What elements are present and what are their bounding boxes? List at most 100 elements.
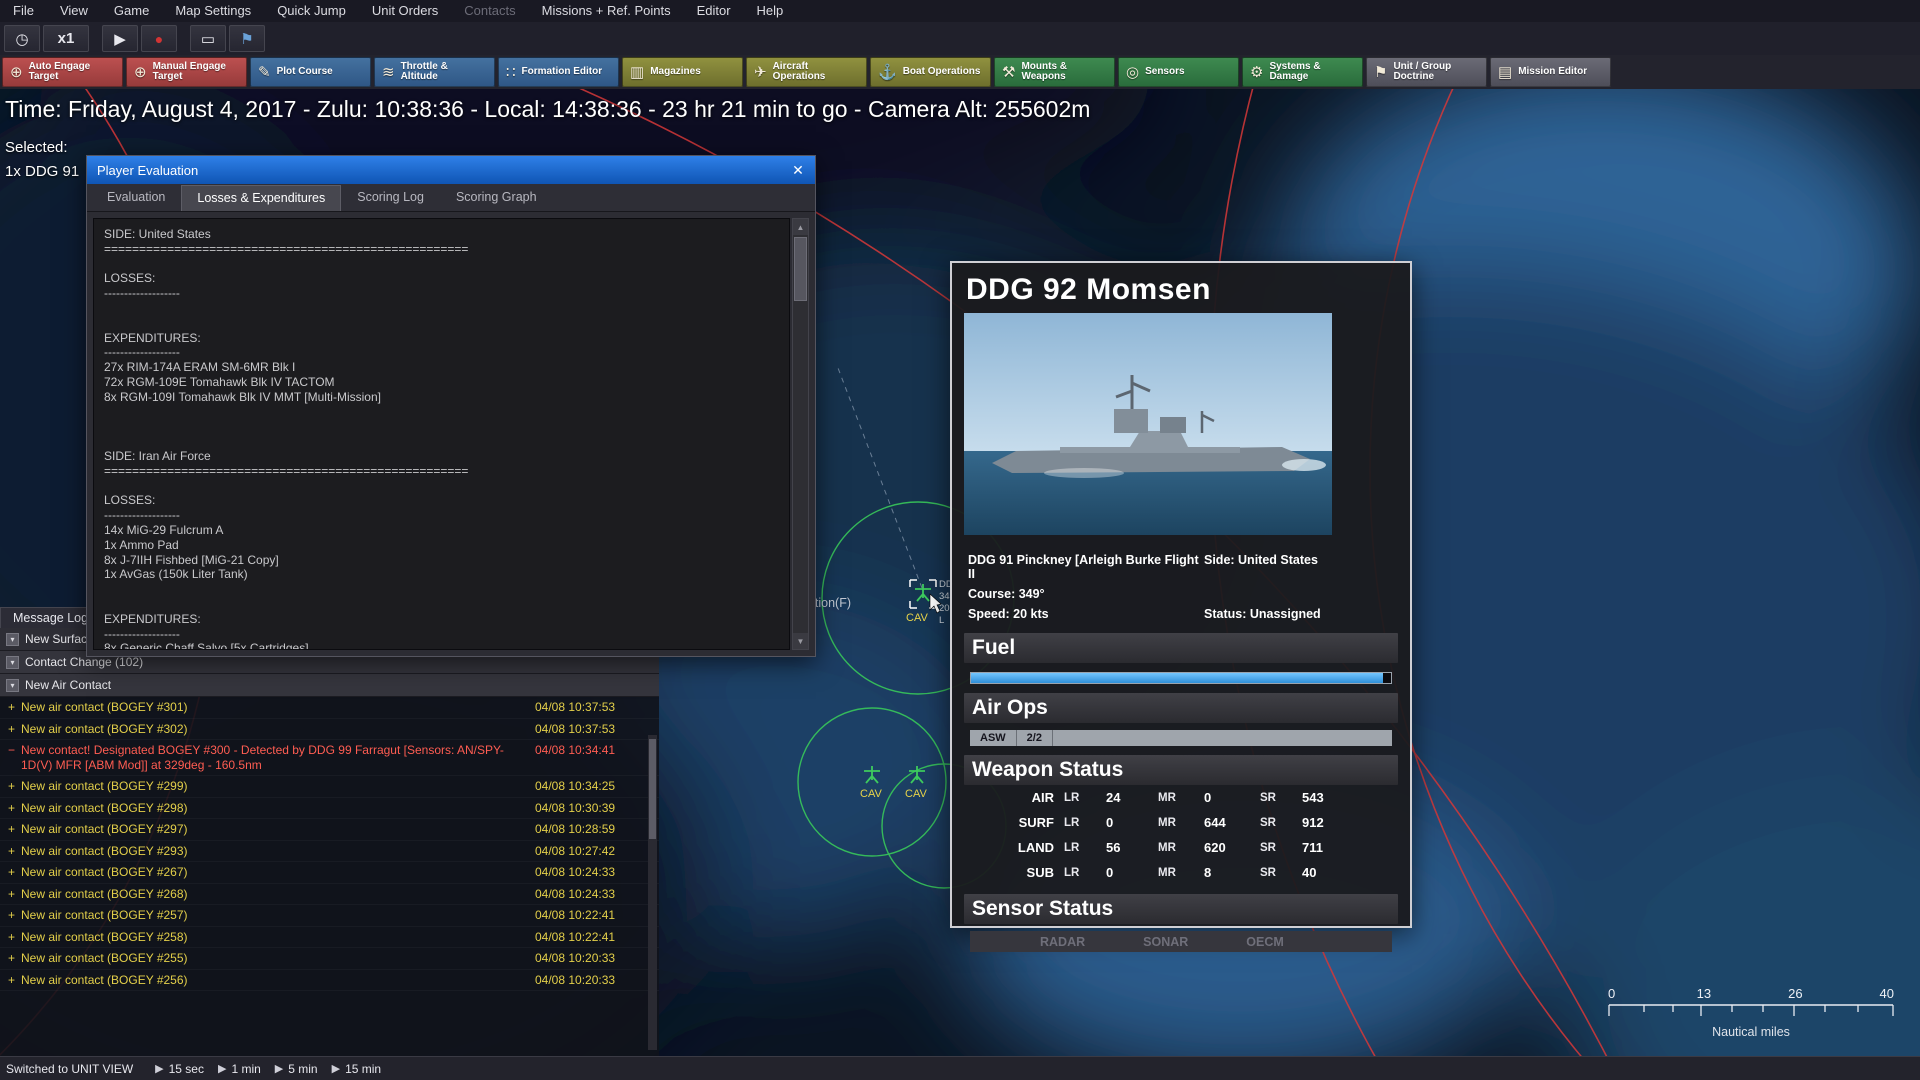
weapon-row: SUB LR 0 MR 8 SR 40 bbox=[964, 860, 1398, 885]
status-message: Switched to UNIT VIEW bbox=[6, 1061, 134, 1076]
message-row[interactable]: + New air contact (BOGEY #268) 04/08 10:… bbox=[0, 884, 659, 906]
menu-file[interactable]: File bbox=[0, 0, 47, 22]
svg-text:20: 20 bbox=[939, 603, 950, 614]
player-evaluation-window: Player Evaluation ✕ Evaluation Losses & … bbox=[86, 155, 816, 657]
message-row[interactable]: + New air contact (BOGEY #258) 04/08 10:… bbox=[0, 927, 659, 949]
unit-group-doctrine-button[interactable]: ⚑ Unit / Group Doctrine bbox=[1366, 57, 1487, 87]
message-log-panel: Message Log ▾ New Surfac ▾ Contact Chang… bbox=[0, 607, 659, 1056]
timestep-15min-button[interactable]: ▶ 15 min bbox=[332, 1062, 382, 1076]
expand-icon[interactable]: + bbox=[8, 951, 21, 965]
message-row[interactable]: + New air contact (BOGEY #302) 04/08 10:… bbox=[0, 719, 659, 741]
group-new-air-contact[interactable]: ▾ New Air Contact bbox=[0, 674, 659, 697]
step-label: 15 sec bbox=[168, 1061, 204, 1076]
menu-view[interactable]: View bbox=[47, 0, 101, 22]
flag-icon: ⚑ bbox=[1374, 64, 1388, 81]
menu-unit-orders[interactable]: Unit Orders bbox=[359, 0, 451, 22]
mounts-weapons-button[interactable]: ⚒ Mounts & Weapons bbox=[994, 57, 1115, 87]
message-row[interactable]: + New air contact (BOGEY #297) 04/08 10:… bbox=[0, 819, 659, 841]
magazines-button[interactable]: ▥ Magazines bbox=[622, 57, 743, 87]
message-time: 04/08 10:20:33 bbox=[535, 951, 616, 965]
selected-value: 1x DDG 91 bbox=[5, 163, 80, 180]
message-row-alert[interactable]: − New contact! Designated BOGEY #300 - D… bbox=[0, 740, 659, 776]
message-row[interactable]: + New air contact (BOGEY #298) 04/08 10:… bbox=[0, 798, 659, 820]
scroll-thumb[interactable] bbox=[649, 739, 656, 839]
menu-editor[interactable]: Editor bbox=[684, 0, 744, 22]
message-row[interactable]: + New air contact (BOGEY #293) 04/08 10:… bbox=[0, 841, 659, 863]
scrollbar[interactable]: ▲ ▼ bbox=[792, 218, 809, 650]
plot-course-button[interactable]: ✎ Plot Course bbox=[250, 57, 371, 87]
scroll-up-icon[interactable]: ▲ bbox=[793, 219, 808, 235]
expand-icon[interactable]: + bbox=[8, 973, 21, 987]
manual-engage-target-button[interactable]: ⊕ Manual Engage Target bbox=[126, 57, 247, 87]
unit-label: CAV bbox=[905, 788, 927, 800]
collapse-icon[interactable]: ▾ bbox=[6, 632, 19, 646]
sensor-sonar: SONAR bbox=[1143, 934, 1189, 949]
printer-button[interactable]: ▭ bbox=[190, 25, 226, 52]
window-title-bar[interactable]: Player Evaluation ✕ bbox=[87, 156, 815, 184]
hammer-icon: ⚒ bbox=[1002, 64, 1016, 81]
expand-icon[interactable]: + bbox=[8, 844, 21, 858]
expand-icon[interactable]: + bbox=[8, 722, 21, 736]
gear-icon: ⚙ bbox=[1250, 64, 1264, 81]
mr-value: 620 bbox=[1204, 840, 1226, 855]
scroll-down-icon[interactable]: ▼ bbox=[793, 633, 808, 649]
message-row[interactable]: + New air contact (BOGEY #299) 04/08 10:… bbox=[0, 776, 659, 798]
timestep-1min-button[interactable]: ▶ 1 min bbox=[218, 1062, 261, 1076]
message-row[interactable]: + New air contact (BOGEY #257) 04/08 10:… bbox=[0, 905, 659, 927]
expand-icon[interactable]: + bbox=[8, 865, 21, 879]
message-row[interactable]: + New air contact (BOGEY #256) 04/08 10:… bbox=[0, 970, 659, 992]
scrollbar[interactable] bbox=[648, 735, 657, 1050]
expand-icon[interactable]: + bbox=[8, 801, 21, 815]
systems-damage-button[interactable]: ⚙ Systems & Damage bbox=[1242, 57, 1363, 87]
expand-icon[interactable]: + bbox=[8, 930, 21, 944]
speed-multiplier-button[interactable]: x1 bbox=[43, 25, 89, 52]
expand-icon[interactable]: + bbox=[8, 779, 21, 793]
weapon-type: SUB bbox=[1026, 865, 1054, 880]
menu-game[interactable]: Game bbox=[101, 0, 162, 22]
aircraft-operations-button[interactable]: ✈ Aircraft Operations bbox=[746, 57, 867, 87]
message-row[interactable]: + New air contact (BOGEY #267) 04/08 10:… bbox=[0, 862, 659, 884]
collapse-icon[interactable]: ▾ bbox=[6, 678, 19, 692]
auto-engage-target-button[interactable]: ⊕ Auto Engage Target bbox=[2, 57, 123, 87]
scale-unit-label: Nautical miles bbox=[1712, 1025, 1790, 1039]
play-button[interactable]: ▶ bbox=[102, 25, 138, 52]
mission-editor-button[interactable]: ▤ Mission Editor bbox=[1490, 57, 1611, 87]
tab-evaluation[interactable]: Evaluation bbox=[91, 184, 181, 211]
tab-scoring-log[interactable]: Scoring Log bbox=[341, 184, 440, 211]
menu-missions-ref-points[interactable]: Missions + Ref. Points bbox=[529, 0, 684, 22]
message-row[interactable]: + New air contact (BOGEY #255) 04/08 10:… bbox=[0, 948, 659, 970]
throttle-altitude-button[interactable]: ≋ Throttle & Altitude bbox=[374, 57, 495, 87]
record-button[interactable]: ● bbox=[141, 25, 177, 52]
bookmark-button[interactable]: ⚑ bbox=[229, 25, 265, 52]
flag-icon: ⚑ bbox=[240, 30, 254, 48]
collapse-minus-icon[interactable]: − bbox=[8, 743, 21, 757]
message-time: 04/08 10:37:53 bbox=[535, 721, 616, 736]
formation-editor-button[interactable]: ∷ Formation Editor bbox=[498, 57, 619, 87]
message-row[interactable]: + New air contact (BOGEY #301) 04/08 10:… bbox=[0, 697, 659, 719]
sr-value: 543 bbox=[1302, 790, 1324, 805]
menu-help[interactable]: Help bbox=[744, 0, 797, 22]
expand-icon[interactable]: + bbox=[8, 822, 21, 836]
timestep-5min-button[interactable]: ▶ 5 min bbox=[275, 1062, 318, 1076]
close-icon[interactable]: ✕ bbox=[781, 156, 815, 184]
expand-icon[interactable]: + bbox=[8, 700, 21, 714]
message-text: New air contact (BOGEY #298) bbox=[21, 800, 188, 815]
col-sr: SR bbox=[1260, 841, 1276, 854]
tab-losses-expenditures[interactable]: Losses & Expenditures bbox=[181, 185, 342, 211]
button-label: Mission Editor bbox=[1518, 65, 1588, 77]
menu-quick-jump[interactable]: Quick Jump bbox=[264, 0, 359, 22]
air-ops-type: ASW bbox=[970, 730, 1017, 746]
tab-scoring-graph[interactable]: Scoring Graph bbox=[440, 184, 553, 211]
time-compression-button[interactable]: ◷ bbox=[4, 25, 40, 52]
boat-operations-button[interactable]: ⚓ Boat Operations bbox=[870, 57, 991, 87]
timestep-15sec-button[interactable]: ▶ 15 sec bbox=[155, 1062, 204, 1076]
scroll-thumb[interactable] bbox=[794, 237, 807, 301]
expand-icon[interactable]: + bbox=[8, 887, 21, 901]
expand-icon[interactable]: + bbox=[8, 908, 21, 922]
sensors-button[interactable]: ◎ Sensors bbox=[1118, 57, 1239, 87]
button-label: Auto Engage Target bbox=[28, 60, 91, 82]
menu-map-settings[interactable]: Map Settings bbox=[162, 0, 264, 22]
unit-info-panel: DDG 92 Momsen DDG 91 Pinckney [Arleigh B… bbox=[950, 261, 1412, 952]
collapse-icon[interactable]: ▾ bbox=[6, 655, 19, 669]
air-ops-status-band: ASW 2/2 bbox=[970, 730, 1392, 746]
